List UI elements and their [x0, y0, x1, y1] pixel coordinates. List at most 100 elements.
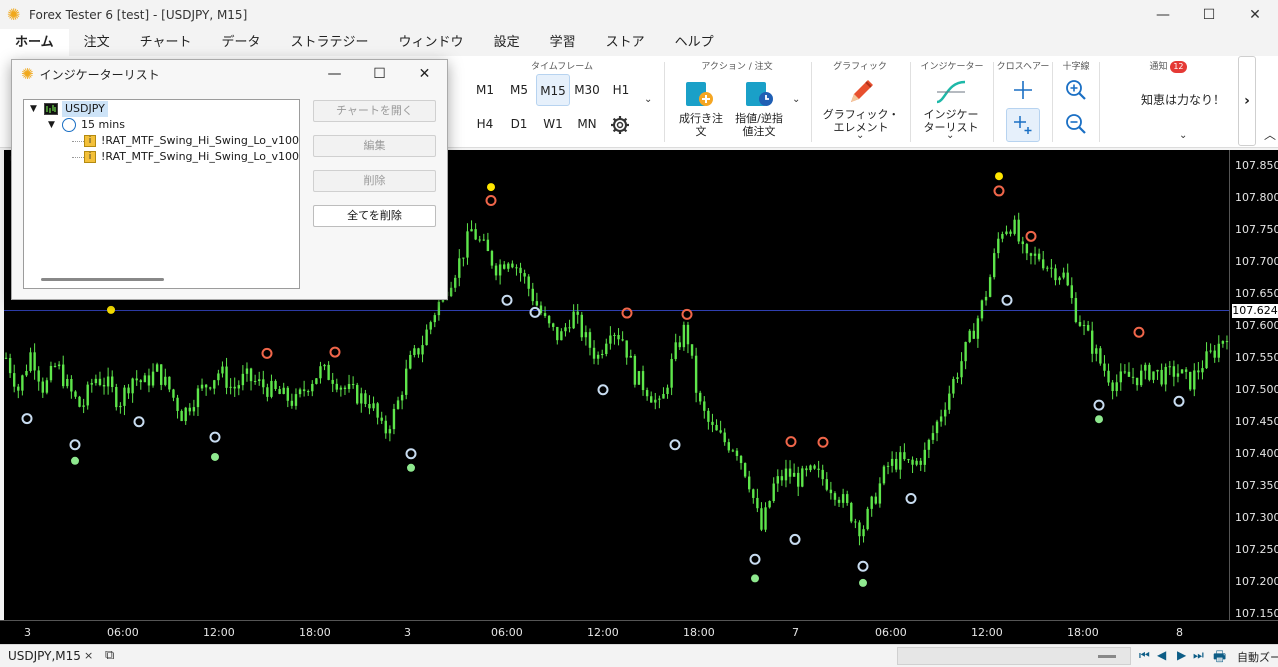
time-axis[interactable]: 3 06:00 12:00 18:00 3 06:00 12:00 18:00 7 06:00 12…	[0, 620, 1278, 644]
ribbon-separator	[1099, 62, 1100, 142]
tree-node-timeframe[interactable]: ▼ 15 mins	[48, 117, 125, 133]
auto-zoom-label[interactable]: 自動ズーム	[1237, 649, 1278, 665]
tf-h1-button[interactable]: H1	[604, 74, 638, 106]
tree-node-indicator[interactable]: i !RAT_MTF_Swing_Hi_Swing_Lo_v100 (1	[72, 133, 299, 149]
zoom-in-icon[interactable]	[1064, 78, 1088, 102]
go-first-icon[interactable]: ⏮	[1139, 648, 1150, 663]
candle-body	[895, 458, 898, 470]
notification-chevron-icon[interactable]: ⌄	[1179, 130, 1187, 141]
delete-all-button[interactable]: 全てを削除	[313, 205, 436, 227]
dialog-title-bar[interactable]: ✺ インジケーターリスト — ☐ ✕	[12, 60, 447, 88]
menu-chart[interactable]: チャート	[125, 29, 207, 56]
menu-window[interactable]: ウィンドウ	[384, 29, 479, 56]
go-last-icon[interactable]: ⏭	[1193, 648, 1204, 663]
candle-body	[743, 463, 747, 477]
market-order-label[interactable]: 成行き注 文	[671, 112, 731, 138]
swing-low-marker	[209, 431, 221, 443]
chart-scrollbar[interactable]	[897, 647, 1131, 665]
time-tick-label: 06:00	[491, 626, 523, 639]
step-forward-icon[interactable]: ▶	[1177, 648, 1186, 662]
candle-body	[164, 376, 167, 385]
menu-help[interactable]: ヘルプ	[660, 29, 729, 56]
ribbon-collapse-icon[interactable]: ︿	[1264, 126, 1276, 143]
menu-strategy[interactable]: ストラテジー	[276, 29, 384, 56]
open-chart-button[interactable]: チャートを開く	[313, 100, 436, 122]
indicator-info-icon: i	[84, 151, 96, 163]
candle-body	[1021, 241, 1024, 245]
chart-tab-close-icon[interactable]: ×	[84, 649, 93, 662]
candle-body	[82, 405, 85, 407]
pending-order-icon[interactable]	[743, 78, 775, 110]
candle-body	[1123, 371, 1127, 373]
menu-learning[interactable]: 学習	[535, 29, 591, 56]
indicator-curve-icon[interactable]	[934, 76, 968, 108]
indicator-tree[interactable]: ▼ USDJPY ▼ 15 mins i !RAT_MTF_Swing_Hi_S…	[23, 99, 300, 289]
candle-body	[878, 483, 882, 504]
candle-body	[384, 420, 387, 434]
tree-node-indicator[interactable]: i !RAT_MTF_Swing_Hi_Swing_Lo_v100 (1	[72, 149, 299, 165]
candle-body	[1135, 377, 1139, 386]
candle-body	[511, 263, 514, 268]
crosshair-icon[interactable]	[1011, 78, 1035, 102]
delete-button[interactable]: 削除	[313, 170, 436, 192]
candle-body	[592, 347, 596, 359]
auto-scroll-icon[interactable]: 🖶	[1213, 646, 1226, 667]
menu-orders[interactable]: 注文	[69, 29, 125, 56]
tf-mn-button[interactable]: MN	[570, 108, 604, 140]
menu-store[interactable]: ストア	[591, 29, 660, 56]
tf-m15-button[interactable]: M15	[536, 74, 570, 106]
close-button[interactable]: ✕	[1232, 0, 1278, 29]
candle-body	[21, 375, 24, 391]
graphic-chevron-icon[interactable]: ⌄	[856, 130, 864, 141]
ribbon-scroll-right-icon[interactable]: ›	[1238, 56, 1256, 146]
tf-m5-button[interactable]: M5	[502, 74, 536, 106]
pencil-icon[interactable]	[844, 76, 878, 108]
chart-tab-label[interactable]: USDJPY,M15	[8, 649, 81, 663]
market-order-icon[interactable]	[683, 78, 715, 110]
candle-body	[1156, 369, 1159, 372]
collapse-chevron-icon[interactable]: ▼	[30, 101, 42, 117]
candle-body	[1193, 370, 1196, 390]
candle-body	[907, 459, 910, 461]
candle-body	[470, 229, 473, 232]
edit-button[interactable]: 編集	[313, 135, 436, 157]
step-back-icon[interactable]: ◀	[1157, 648, 1166, 662]
dialog-maximize-button[interactable]: ☐	[357, 60, 402, 88]
candle-body	[1050, 267, 1053, 269]
pending-order-chevron-icon[interactable]: ⌄	[792, 94, 800, 105]
maximize-button[interactable]: ☐	[1186, 0, 1232, 29]
menu-data[interactable]: データ	[207, 29, 276, 56]
dialog-minimize-button[interactable]: —	[312, 60, 357, 88]
crosshair-plus-icon[interactable]	[1006, 108, 1040, 142]
candle-body	[106, 376, 110, 387]
gear-icon[interactable]	[609, 114, 631, 136]
price-tick-label: 107.500	[1235, 382, 1278, 396]
tree-node-symbol[interactable]: ▼ USDJPY	[30, 101, 108, 117]
tree-horizontal-scrollbar[interactable]	[41, 278, 164, 281]
window-layout-icon[interactable]: ⧉	[105, 648, 114, 663]
title-bar: ✺ Forex Tester 6 [test] - [USDJPY, M15] …	[0, 0, 1278, 29]
chart-scrollbar-thumb[interactable]	[1098, 655, 1116, 658]
menu-settings[interactable]: 設定	[479, 29, 535, 56]
candle-body	[417, 348, 420, 355]
candle-body	[535, 301, 539, 306]
tf-h4-button[interactable]: H4	[468, 108, 502, 140]
timeframe-expand-chevron-icon[interactable]: ⌄	[644, 94, 652, 105]
candle-body	[98, 378, 102, 386]
tf-m1-button[interactable]: M1	[468, 74, 502, 106]
menu-home[interactable]: ホーム	[0, 29, 69, 56]
dialog-close-button[interactable]: ✕	[402, 60, 447, 88]
candle-body	[364, 393, 367, 404]
minimize-button[interactable]: —	[1140, 0, 1186, 29]
pending-order-label[interactable]: 指値/逆指 値注文	[729, 112, 789, 138]
candle-body	[609, 335, 612, 344]
candle-body	[1082, 325, 1086, 327]
tf-m30-button[interactable]: M30	[570, 74, 604, 106]
candle-body	[760, 508, 763, 530]
indicator-chevron-icon[interactable]: ⌄	[946, 130, 954, 141]
price-axis[interactable]: 107.850 107.800 107.750 107.700 107.650 107.6…	[1229, 150, 1278, 620]
tf-d1-button[interactable]: D1	[502, 108, 536, 140]
tf-w1-button[interactable]: W1	[536, 108, 570, 140]
zoom-out-icon[interactable]	[1064, 112, 1088, 136]
collapse-chevron-icon[interactable]: ▼	[48, 117, 60, 133]
